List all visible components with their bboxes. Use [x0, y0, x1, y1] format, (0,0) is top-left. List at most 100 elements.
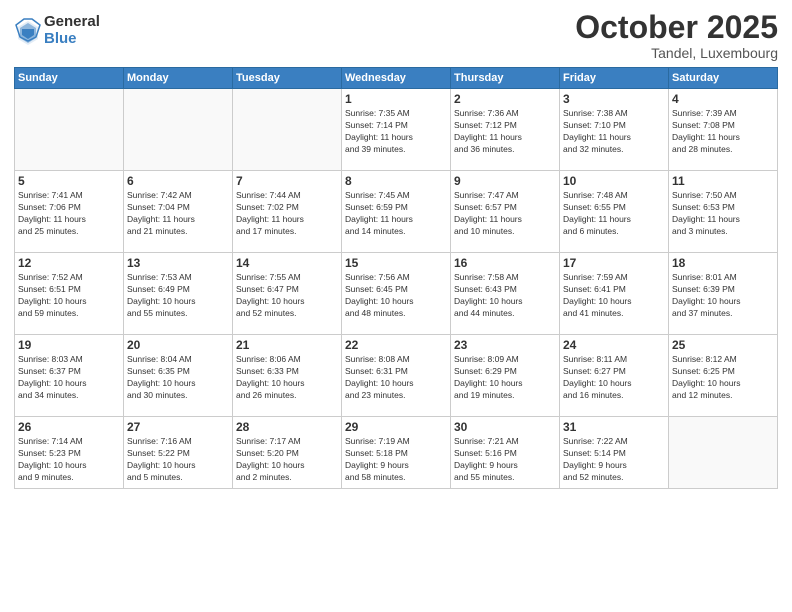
day-info: Sunrise: 7:36 AM Sunset: 7:12 PM Dayligh… — [454, 108, 556, 156]
day-info: Sunrise: 7:59 AM Sunset: 6:41 PM Dayligh… — [563, 272, 665, 320]
day-number: 20 — [127, 338, 229, 352]
day-number: 25 — [672, 338, 774, 352]
day-number: 5 — [18, 174, 120, 188]
day-info: Sunrise: 7:53 AM Sunset: 6:49 PM Dayligh… — [127, 272, 229, 320]
day-info: Sunrise: 7:22 AM Sunset: 5:14 PM Dayligh… — [563, 436, 665, 484]
day-number: 17 — [563, 256, 665, 270]
day-number: 8 — [345, 174, 447, 188]
day-info: Sunrise: 7:47 AM Sunset: 6:57 PM Dayligh… — [454, 190, 556, 238]
table-row: 24 Sunrise: 8:11 AM Sunset: 6:27 PM Dayli… — [560, 335, 669, 417]
day-number: 11 — [672, 174, 774, 188]
day-info: Sunrise: 8:08 AM Sunset: 6:31 PM Dayligh… — [345, 354, 447, 402]
day-number: 28 — [236, 420, 338, 434]
table-row: 5 Sunrise: 7:41 AM Sunset: 7:06 PM Daylig… — [15, 171, 124, 253]
day-info: Sunrise: 7:42 AM Sunset: 7:04 PM Dayligh… — [127, 190, 229, 238]
day-info: Sunrise: 8:12 AM Sunset: 6:25 PM Dayligh… — [672, 354, 774, 402]
col-wednesday: Wednesday — [342, 68, 451, 89]
day-info: Sunrise: 8:06 AM Sunset: 6:33 PM Dayligh… — [236, 354, 338, 402]
location: Tandel, Luxembourg — [575, 45, 778, 61]
table-row: 2 Sunrise: 7:36 AM Sunset: 7:12 PM Daylig… — [451, 89, 560, 171]
day-number: 27 — [127, 420, 229, 434]
table-row: 23 Sunrise: 8:09 AM Sunset: 6:29 PM Dayli… — [451, 335, 560, 417]
day-number: 21 — [236, 338, 338, 352]
day-info: Sunrise: 7:52 AM Sunset: 6:51 PM Dayligh… — [18, 272, 120, 320]
table-row: 6 Sunrise: 7:42 AM Sunset: 7:04 PM Daylig… — [124, 171, 233, 253]
day-number: 3 — [563, 92, 665, 106]
table-row — [15, 89, 124, 171]
logo-blue-text: Blue — [44, 31, 100, 48]
day-number: 24 — [563, 338, 665, 352]
table-row: 7 Sunrise: 7:44 AM Sunset: 7:02 PM Daylig… — [233, 171, 342, 253]
day-info: Sunrise: 7:17 AM Sunset: 5:20 PM Dayligh… — [236, 436, 338, 484]
col-friday: Friday — [560, 68, 669, 89]
day-number: 29 — [345, 420, 447, 434]
day-number: 2 — [454, 92, 556, 106]
day-number: 31 — [563, 420, 665, 434]
day-number: 18 — [672, 256, 774, 270]
table-row: 25 Sunrise: 8:12 AM Sunset: 6:25 PM Dayli… — [669, 335, 778, 417]
day-info: Sunrise: 7:14 AM Sunset: 5:23 PM Dayligh… — [18, 436, 120, 484]
day-info: Sunrise: 7:35 AM Sunset: 7:14 PM Dayligh… — [345, 108, 447, 156]
table-row — [669, 417, 778, 489]
day-info: Sunrise: 7:50 AM Sunset: 6:53 PM Dayligh… — [672, 190, 774, 238]
table-row — [233, 89, 342, 171]
table-row: 30Sunrise: 7:21 AM Sunset: 5:16 PM Dayli… — [451, 417, 560, 489]
day-info: Sunrise: 7:19 AM Sunset: 5:18 PM Dayligh… — [345, 436, 447, 484]
day-info: Sunrise: 8:09 AM Sunset: 6:29 PM Dayligh… — [454, 354, 556, 402]
day-number: 30 — [454, 420, 556, 434]
table-row: 12 Sunrise: 7:52 AM Sunset: 6:51 PM Dayli… — [15, 253, 124, 335]
day-number: 10 — [563, 174, 665, 188]
col-tuesday: Tuesday — [233, 68, 342, 89]
day-number: 23 — [454, 338, 556, 352]
table-row: 14 Sunrise: 7:55 AM Sunset: 6:47 PM Dayli… — [233, 253, 342, 335]
calendar-table: Sunday Monday Tuesday Wednesday Thursday… — [14, 67, 778, 489]
table-row: 20 Sunrise: 8:04 AM Sunset: 6:35 PM Dayli… — [124, 335, 233, 417]
logo-text: General Blue — [44, 14, 100, 47]
header: General Blue October 2025 Tandel, Luxemb… — [14, 10, 778, 61]
col-sunday: Sunday — [15, 68, 124, 89]
table-row: 31 Sunrise: 7:22 AM Sunset: 5:14 PM Dayli… — [560, 417, 669, 489]
table-row — [124, 89, 233, 171]
col-thursday: Thursday — [451, 68, 560, 89]
day-number: 16 — [454, 256, 556, 270]
table-row: 9 Sunrise: 7:47 AM Sunset: 6:57 PM Daylig… — [451, 171, 560, 253]
col-monday: Monday — [124, 68, 233, 89]
table-row: 15Sunrise: 7:56 AM Sunset: 6:45 PM Dayli… — [342, 253, 451, 335]
day-info: Sunrise: 8:03 AM Sunset: 6:37 PM Dayligh… — [18, 354, 120, 402]
table-row: 19Sunrise: 8:03 AM Sunset: 6:37 PM Dayli… — [15, 335, 124, 417]
table-row: 8 Sunrise: 7:45 AM Sunset: 6:59 PM Daylig… — [342, 171, 451, 253]
day-info: Sunrise: 7:58 AM Sunset: 6:43 PM Dayligh… — [454, 272, 556, 320]
day-number: 26 — [18, 420, 120, 434]
day-info: Sunrise: 7:38 AM Sunset: 7:10 PM Dayligh… — [563, 108, 665, 156]
day-info: Sunrise: 7:45 AM Sunset: 6:59 PM Dayligh… — [345, 190, 447, 238]
day-number: 6 — [127, 174, 229, 188]
day-info: Sunrise: 7:44 AM Sunset: 7:02 PM Dayligh… — [236, 190, 338, 238]
table-row: 13Sunrise: 7:53 AM Sunset: 6:49 PM Dayli… — [124, 253, 233, 335]
day-number: 9 — [454, 174, 556, 188]
table-row: 26 Sunrise: 7:14 AM Sunset: 5:23 PM Dayli… — [15, 417, 124, 489]
day-info: Sunrise: 7:56 AM Sunset: 6:45 PM Dayligh… — [345, 272, 447, 320]
day-info: Sunrise: 8:04 AM Sunset: 6:35 PM Dayligh… — [127, 354, 229, 402]
calendar-header-row: Sunday Monday Tuesday Wednesday Thursday… — [15, 68, 778, 89]
day-number: 7 — [236, 174, 338, 188]
day-info: Sunrise: 8:11 AM Sunset: 6:27 PM Dayligh… — [563, 354, 665, 402]
table-row: 21 Sunrise: 8:06 AM Sunset: 6:33 PM Dayli… — [233, 335, 342, 417]
day-number: 14 — [236, 256, 338, 270]
day-info: Sunrise: 7:16 AM Sunset: 5:22 PM Dayligh… — [127, 436, 229, 484]
col-saturday: Saturday — [669, 68, 778, 89]
table-row: 11 Sunrise: 7:50 AM Sunset: 6:53 PM Dayli… — [669, 171, 778, 253]
table-row: 17 Sunrise: 7:59 AM Sunset: 6:41 PM Dayli… — [560, 253, 669, 335]
logo-icon — [14, 17, 42, 45]
logo-general-text: General — [44, 14, 100, 31]
table-row: 27 Sunrise: 7:16 AM Sunset: 5:22 PM Dayli… — [124, 417, 233, 489]
month-title: October 2025 — [575, 10, 778, 45]
day-info: Sunrise: 7:55 AM Sunset: 6:47 PM Dayligh… — [236, 272, 338, 320]
title-block: October 2025 Tandel, Luxembourg — [575, 10, 778, 61]
day-number: 12 — [18, 256, 120, 270]
day-info: Sunrise: 7:41 AM Sunset: 7:06 PM Dayligh… — [18, 190, 120, 238]
table-row: 22 Sunrise: 8:08 AM Sunset: 6:31 PM Dayli… — [342, 335, 451, 417]
day-number: 22 — [345, 338, 447, 352]
table-row: 18Sunrise: 8:01 AM Sunset: 6:39 PM Dayli… — [669, 253, 778, 335]
table-row: 10Sunrise: 7:48 AM Sunset: 6:55 PM Dayli… — [560, 171, 669, 253]
logo: General Blue — [14, 14, 100, 47]
